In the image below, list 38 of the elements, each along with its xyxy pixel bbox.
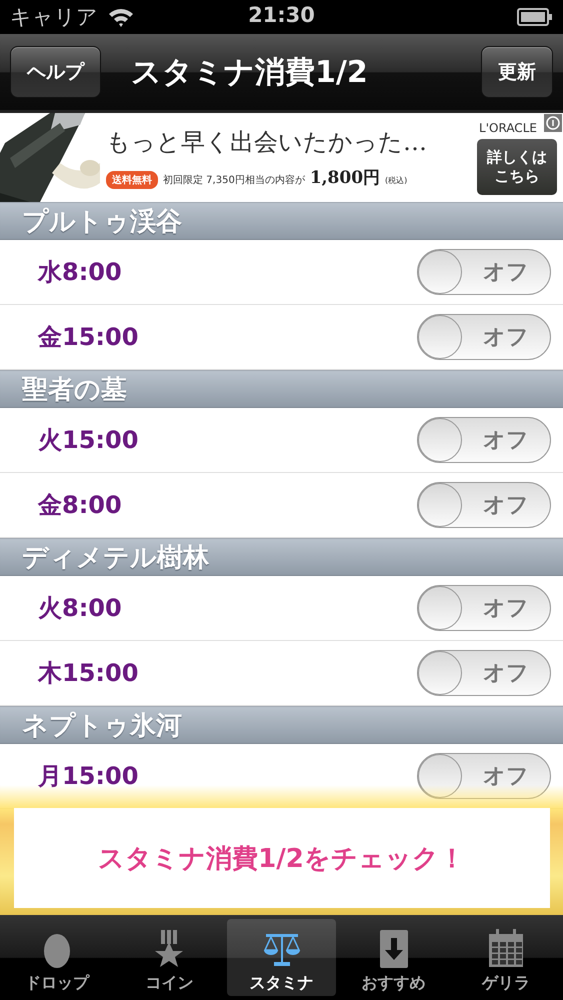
clock-time: 21:30 <box>248 3 315 27</box>
toggle-switch[interactable]: オフ <box>417 417 551 463</box>
tab-item[interactable]: コイン <box>115 919 224 996</box>
offer-text: 初回限定 7,350円相当の内容が <box>163 174 305 187</box>
schedule-time: 木15:00 <box>38 658 140 689</box>
toggle-switch[interactable]: オフ <box>417 249 551 295</box>
section-title: ネプトゥ氷河 <box>22 710 182 742</box>
carrier-name: キャリア <box>10 4 98 31</box>
tab-item[interactable]: おすすめ <box>340 919 448 996</box>
toggle-switch[interactable]: オフ <box>417 482 551 528</box>
schedule-time: 火15:00 <box>38 425 140 456</box>
tab-item[interactable]: ゲリラ <box>452 919 560 996</box>
section-title: プルトゥ渓谷 <box>22 206 182 238</box>
shipping-badge: 送料無料 <box>106 171 158 189</box>
schedule-time: 火8:00 <box>38 593 123 624</box>
battery-icon <box>517 8 553 26</box>
tab-item[interactable]: スタミナ <box>227 919 336 996</box>
tab-item[interactable]: ドロップ <box>3 919 112 996</box>
section-title: 聖者の墓 <box>22 374 127 406</box>
info-icon[interactable] <box>544 114 562 132</box>
tax-note: (税込) <box>385 175 408 186</box>
promo-banner[interactable]: スタミナ消費1/2をチェック！ <box>14 808 550 908</box>
nav-title: スタミナ消費1/2 <box>130 54 369 92</box>
schedule-time: 金8:00 <box>38 490 123 521</box>
toggle-switch[interactable]: オフ <box>417 650 551 696</box>
toggle-switch[interactable]: オフ <box>417 585 551 631</box>
wifi-icon <box>108 7 134 27</box>
section-title: ディメテル樹林 <box>22 542 209 574</box>
schedule-time: 月15:00 <box>38 761 140 792</box>
schedule-time: 水8:00 <box>38 257 123 288</box>
price-text: 1,800円 <box>310 167 380 189</box>
details-button[interactable]: 詳しくはこちら <box>477 138 557 194</box>
schedule-time: 金15:00 <box>38 322 140 353</box>
brand-logo: L'ORACLE <box>479 120 538 134</box>
ad-headline: もっと早く出会いたかった… <box>106 127 428 158</box>
help-button[interactable]: ヘルプ <box>10 46 101 98</box>
toggle-switch[interactable]: オフ <box>417 314 551 360</box>
refresh-button[interactable]: 更新 <box>481 46 553 98</box>
